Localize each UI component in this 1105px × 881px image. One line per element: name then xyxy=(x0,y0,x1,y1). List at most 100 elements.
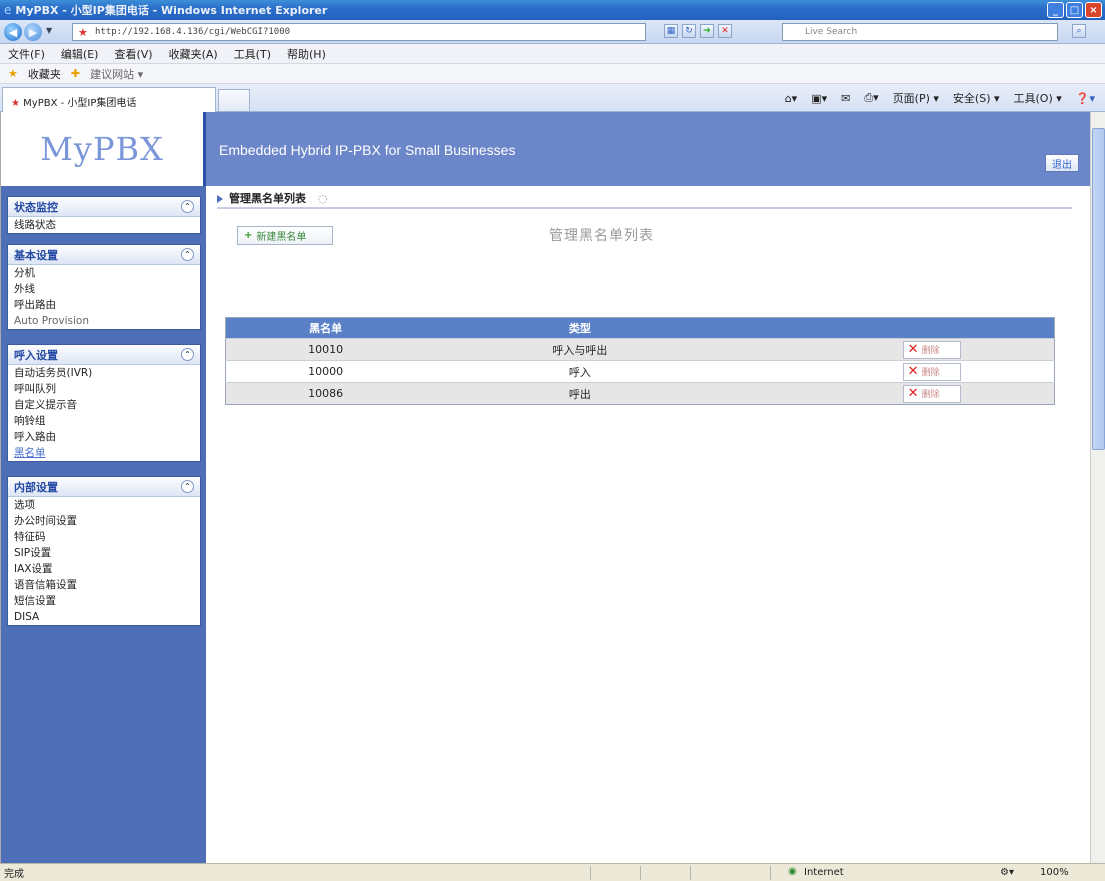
delete-button[interactable]: ✕ 删除 xyxy=(902,340,961,359)
cell-number: 10000 xyxy=(225,360,426,383)
stop-icon[interactable]: ✕ xyxy=(718,24,732,38)
breadcrumb: 管理黑名单列表 ◌ xyxy=(217,191,1072,209)
delete-x-icon: ✕ xyxy=(907,386,919,401)
sidebar-item-ring-group[interactable]: 响铃组 xyxy=(8,413,200,429)
tab-title: MyPBX - 小型IP集团电话 xyxy=(23,98,137,109)
sidebar: 状态监控 ⌃ 线路状态 基本设置 ⌃ 分机 外线 呼出路由 Auto Provisi… xyxy=(1,186,206,863)
sidebar-item-office-hours[interactable]: 办公时间设置 xyxy=(8,513,200,529)
close-window-button[interactable]: × xyxy=(1085,2,1102,18)
sidebar-item-blacklist[interactable]: 黑名单 xyxy=(8,445,200,461)
sidebar-item-extension[interactable]: 分机 xyxy=(8,265,200,281)
help-toggle-icon[interactable]: ◌ xyxy=(318,192,328,205)
minimize-button[interactable]: _ xyxy=(1047,2,1064,18)
tab-favicon: ★ xyxy=(11,98,20,109)
delete-x-icon: ✕ xyxy=(907,342,919,357)
favorites-star-icon: ★ xyxy=(8,67,18,80)
back-button[interactable]: ◀ xyxy=(4,23,22,41)
sidebar-item-feature-codes[interactable]: 特征码 xyxy=(8,529,200,545)
protected-mode-icon[interactable]: ⚙▾ xyxy=(1000,867,1014,878)
cell-type: 呼出 xyxy=(425,382,735,405)
sidebar-item-sms-settings[interactable]: 短信设置 xyxy=(8,593,200,609)
collapse-icon[interactable]: ⌃ xyxy=(181,248,194,261)
page-menu[interactable]: 页面(P) ▾ xyxy=(893,90,939,106)
sidebar-item-auto-provision[interactable]: Auto Provision xyxy=(8,313,200,329)
web-page: MyPBX Embedded Hybrid IP-PBX for Small B… xyxy=(0,112,1090,863)
sidebar-item-voicemail-settings[interactable]: 语音信箱设置 xyxy=(8,577,200,593)
maximize-button[interactable]: □ xyxy=(1066,2,1083,18)
scrollbar-thumb[interactable] xyxy=(1092,128,1105,450)
window-title: MyPBX - 小型IP集团电话 - Windows Internet Expl… xyxy=(15,4,328,17)
search-input[interactable]: Live Search xyxy=(782,23,1058,41)
cell-type: 呼入与呼出 xyxy=(425,338,735,361)
menu-view[interactable]: 查看(V) xyxy=(114,46,152,62)
sidebar-item-ivr[interactable]: 自动话务员(IVR) xyxy=(8,365,200,381)
address-input[interactable]: http://192.168.4.136/cgi/WebCGI?1000 xyxy=(72,23,646,41)
sidebar-item-inbound-route[interactable]: 呼入路由 xyxy=(8,429,200,445)
help-icon[interactable]: ❓▾ xyxy=(1076,92,1095,105)
sidebar-item-options[interactable]: 选项 xyxy=(8,497,200,513)
feeds-icon[interactable]: ▣▾ xyxy=(811,92,827,105)
collapse-icon[interactable]: ⌃ xyxy=(181,480,194,493)
mail-icon[interactable]: ✉ xyxy=(841,92,850,105)
home-icon[interactable]: ⌂▾ xyxy=(785,92,798,105)
sidebar-item-outbound-route[interactable]: 呼出路由 xyxy=(8,297,200,313)
menu-favorites[interactable]: 收藏夹(A) xyxy=(169,46,218,62)
delete-button[interactable]: ✕ 删除 xyxy=(902,384,961,403)
cell-type: 呼入 xyxy=(425,360,735,383)
tools-menu[interactable]: 工具(O) ▾ xyxy=(1014,90,1062,106)
search-icon[interactable]: ⌕ xyxy=(1072,24,1086,38)
sidebar-group-basic: 基本设置 ⌃ 分机 外线 呼出路由 Auto Provision xyxy=(7,244,201,330)
forward-button[interactable]: ▶ xyxy=(24,23,42,41)
sidebar-item-sip-settings[interactable]: SIP设置 xyxy=(8,545,200,561)
new-blacklist-button[interactable]: + 新建黑名单 xyxy=(237,226,333,245)
add-favorite-icon[interactable]: ✚ xyxy=(71,67,80,80)
sidebar-item-iax-settings[interactable]: IAX设置 xyxy=(8,561,200,577)
internet-zone-icon: ◉ xyxy=(788,866,797,877)
sidebar-item-disa[interactable]: DISA xyxy=(8,609,200,625)
delete-label: 删除 xyxy=(921,390,940,400)
favorites-bar: ★ 收藏夹 ✚ 建议网站 ▾ xyxy=(0,64,1105,84)
delete-x-icon: ✕ xyxy=(907,364,919,379)
menu-edit[interactable]: 编辑(E) xyxy=(61,46,99,62)
collapse-icon[interactable]: ⌃ xyxy=(181,348,194,361)
sidebar-item-call-queue[interactable]: 呼叫队列 xyxy=(8,381,200,397)
table-header-row: 黑名单 类型 xyxy=(225,317,1055,339)
window-title-bar[interactable]: e MyPBX - 小型IP集团电话 - Windows Internet Ex… xyxy=(0,0,1105,20)
sidebar-group-title: 基本设置 xyxy=(14,248,58,262)
menu-tools[interactable]: 工具(T) xyxy=(234,46,271,62)
sidebar-item-trunk[interactable]: 外线 xyxy=(8,281,200,297)
collapse-icon[interactable]: ⌃ xyxy=(181,200,194,213)
sidebar-item-custom-prompt[interactable]: 自定义提示音 xyxy=(8,397,200,413)
safety-menu[interactable]: 安全(S) ▾ xyxy=(953,90,1000,106)
status-bar: 完成 ◉ Internet ⚙▾ 100% xyxy=(0,863,1105,881)
history-dropdown-icon[interactable]: ▼ xyxy=(46,26,52,35)
add-icon: + xyxy=(244,230,253,241)
sidebar-item-line-status[interactable]: 线路状态 xyxy=(8,217,200,233)
cell-number: 10010 xyxy=(225,338,426,361)
go-icon[interactable]: ➔ xyxy=(700,24,714,38)
new-tab-button[interactable] xyxy=(218,89,250,111)
table-row: 10000 呼入 ✕ 删除 xyxy=(225,360,1055,383)
list-title: 管理黑名单列表 xyxy=(549,228,654,244)
menu-file[interactable]: 文件(F) xyxy=(8,46,45,62)
status-text: 完成 xyxy=(4,869,24,880)
sidebar-group-internal: 内部设置 ⌃ 选项 办公时间设置 特征码 SIP设置 IAX设置 语音信箱设置 短… xyxy=(7,476,201,626)
favorites-button[interactable]: 收藏夹 xyxy=(28,66,61,82)
column-header-type: 类型 xyxy=(425,317,735,339)
zoom-level[interactable]: 100% xyxy=(1040,867,1069,878)
tab-active[interactable]: ★ MyPBX - 小型IP集团电话 xyxy=(2,87,216,112)
site-favicon: ★ xyxy=(78,26,88,39)
page-header: MyPBX Embedded Hybrid IP-PBX for Small B… xyxy=(1,112,1090,186)
vertical-scrollbar[interactable] xyxy=(1090,112,1105,863)
sidebar-group-title: 内部设置 xyxy=(14,480,58,494)
compat-view-icon[interactable]: ▦ xyxy=(664,24,678,38)
logout-button[interactable]: 退出 xyxy=(1045,154,1079,172)
suggested-sites[interactable]: 建议网站 ▾ xyxy=(90,66,143,82)
table-row: 10010 呼入与呼出 ✕ 删除 xyxy=(225,338,1055,361)
new-blacklist-label: 新建黑名单 xyxy=(256,232,307,243)
refresh-icon[interactable]: ↻ xyxy=(682,24,696,38)
print-icon[interactable]: ⎙▾ xyxy=(864,91,878,105)
delete-button[interactable]: ✕ 删除 xyxy=(902,362,961,381)
menu-help[interactable]: 帮助(H) xyxy=(287,46,326,62)
delete-label: 删除 xyxy=(921,346,940,356)
